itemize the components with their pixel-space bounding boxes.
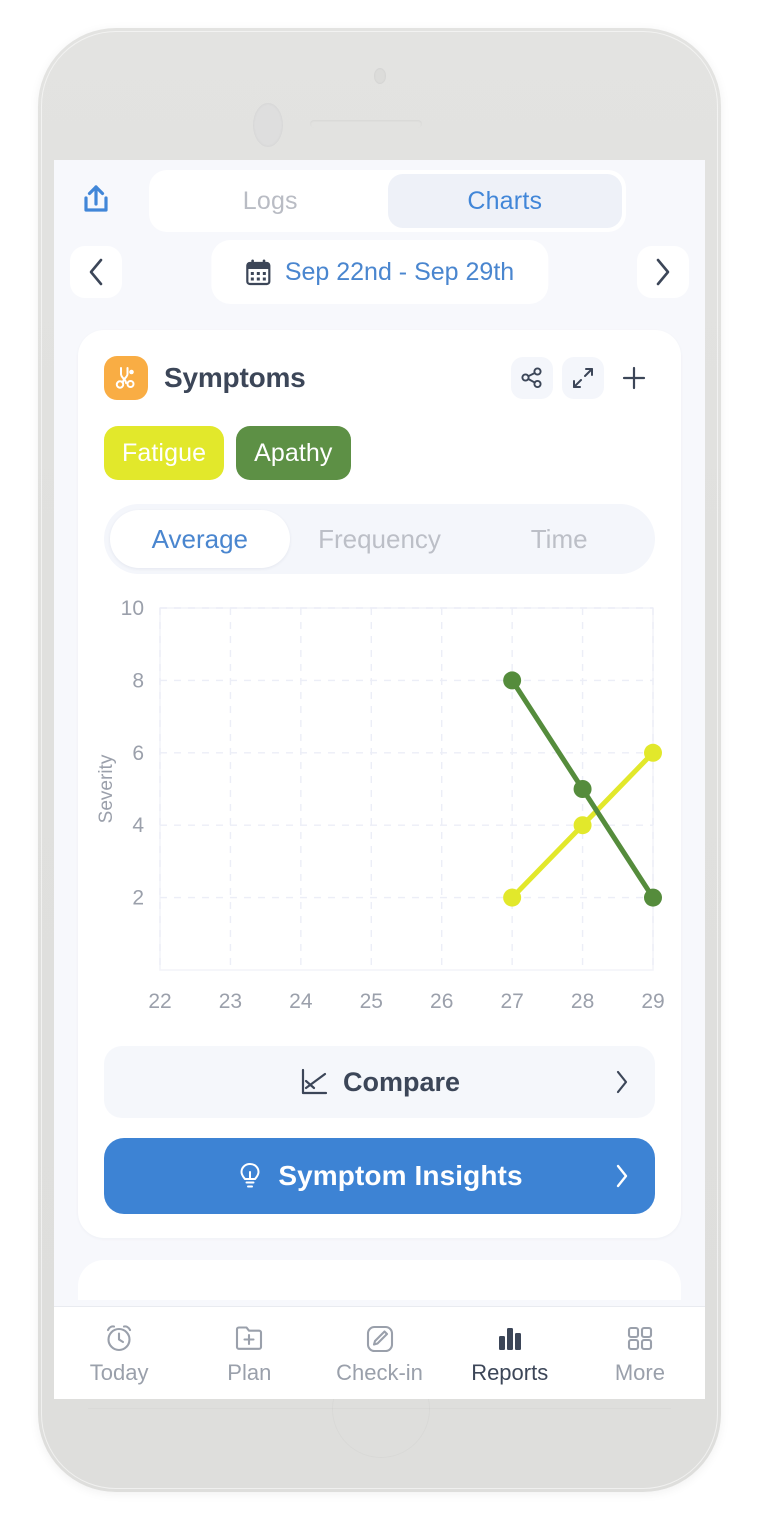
svg-text:4: 4: [132, 814, 144, 837]
earpiece-speaker: [310, 120, 422, 128]
bottom-navigation: Today Plan Check-in Reports More: [54, 1306, 705, 1399]
folder-plus-icon: [236, 1325, 263, 1350]
plus-icon[interactable]: [613, 357, 655, 399]
tab-logs[interactable]: Logs: [153, 174, 388, 228]
tab-time[interactable]: Time: [469, 510, 649, 568]
svg-text:6: 6: [132, 742, 144, 765]
card-header: Symptoms: [78, 352, 681, 404]
svg-text:29: 29: [641, 990, 664, 1013]
symptoms-icon: [104, 356, 148, 400]
compare-button[interactable]: Compare: [104, 1046, 655, 1118]
svg-text:Severity: Severity: [96, 754, 117, 823]
svg-text:2: 2: [132, 887, 144, 910]
tab-charts[interactable]: Charts: [387, 174, 622, 228]
calendar-icon: [245, 259, 270, 286]
svg-text:28: 28: [571, 990, 594, 1013]
next-week-button[interactable]: [637, 246, 689, 298]
phone-screen: Logs Charts Sep 22nd - Sep 29th Symptoms…: [54, 160, 705, 1399]
chevron-right-icon: [616, 1070, 628, 1094]
nav-label-checkin: Check-in: [336, 1359, 423, 1385]
chevron-right-icon: [656, 258, 670, 286]
nav-item-plan[interactable]: Plan: [184, 1307, 314, 1399]
nav-item-reports[interactable]: Reports: [445, 1307, 575, 1399]
svg-text:25: 25: [360, 990, 383, 1013]
card-title: Symptoms: [164, 362, 306, 393]
date-range-picker[interactable]: Sep 22nd - Sep 29th: [210, 240, 549, 304]
card-actions: [511, 357, 655, 399]
nav-item-today[interactable]: Today: [54, 1307, 184, 1399]
tab-average[interactable]: Average: [110, 510, 290, 568]
frame-bottom-divider: [88, 1408, 671, 1409]
date-range-label: Sep 22nd - Sep 29th: [284, 257, 515, 286]
pencil-square-icon: [366, 1325, 393, 1352]
date-navigation: Sep 22nd - Sep 29th: [54, 238, 705, 322]
share-export-icon[interactable]: [70, 174, 122, 226]
nav-label-plan: Plan: [227, 1359, 272, 1385]
severity-line-chart: 2 4 6 8 10 22 23 24 25 26 27 28 29 Severity: [88, 598, 671, 1028]
front-camera: [373, 68, 386, 84]
nav-label-today: Today: [89, 1359, 149, 1385]
alarm-clock-icon: [107, 1324, 132, 1351]
svg-text:23: 23: [219, 990, 242, 1013]
svg-text:22: 22: [148, 990, 171, 1013]
symptom-insights-label: Symptom Insights: [278, 1160, 523, 1191]
chevron-left-icon: [89, 258, 103, 286]
share-icon[interactable]: [511, 357, 553, 399]
svg-text:24: 24: [289, 990, 313, 1013]
metric-mode-tabs: Average Frequency Time: [104, 504, 655, 574]
svg-text:26: 26: [430, 990, 453, 1013]
symptom-insights-button[interactable]: Symptom Insights: [104, 1138, 655, 1214]
symptom-pill-apathy[interactable]: Apathy: [236, 426, 351, 480]
chevron-right-icon: [616, 1164, 628, 1188]
compare-label: Compare: [342, 1066, 461, 1097]
grid-icon: [627, 1326, 652, 1350]
nav-label-more: More: [614, 1359, 665, 1385]
nav-label-reports: Reports: [471, 1359, 549, 1385]
expand-icon[interactable]: [562, 357, 604, 399]
top-bar: Logs Charts: [54, 160, 705, 238]
nav-item-checkin[interactable]: Check-in: [314, 1307, 444, 1399]
next-card-peek: [78, 1260, 681, 1300]
svg-text:8: 8: [132, 669, 144, 692]
symptoms-card: Symptoms Fatigue Apathy Average Frequenc…: [78, 330, 681, 1238]
lightbulb-icon: [240, 1162, 260, 1188]
svg-text:10: 10: [121, 598, 144, 620]
symptom-filter-pills: Fatigue Apathy: [78, 404, 681, 480]
svg-text:27: 27: [500, 990, 523, 1013]
compare-chart-icon: [301, 1068, 328, 1095]
tab-frequency[interactable]: Frequency: [290, 510, 470, 568]
previous-week-button[interactable]: [70, 246, 122, 298]
chart-canvas: 24681022 23 24 25 26 27 28 29Severity: [96, 598, 665, 1013]
proximity-sensor: [253, 103, 283, 147]
view-tab-group: Logs Charts: [149, 170, 626, 232]
bar-chart-icon: [498, 1327, 521, 1350]
symptom-pill-fatigue[interactable]: Fatigue: [104, 426, 225, 480]
nav-item-more[interactable]: More: [575, 1307, 705, 1399]
